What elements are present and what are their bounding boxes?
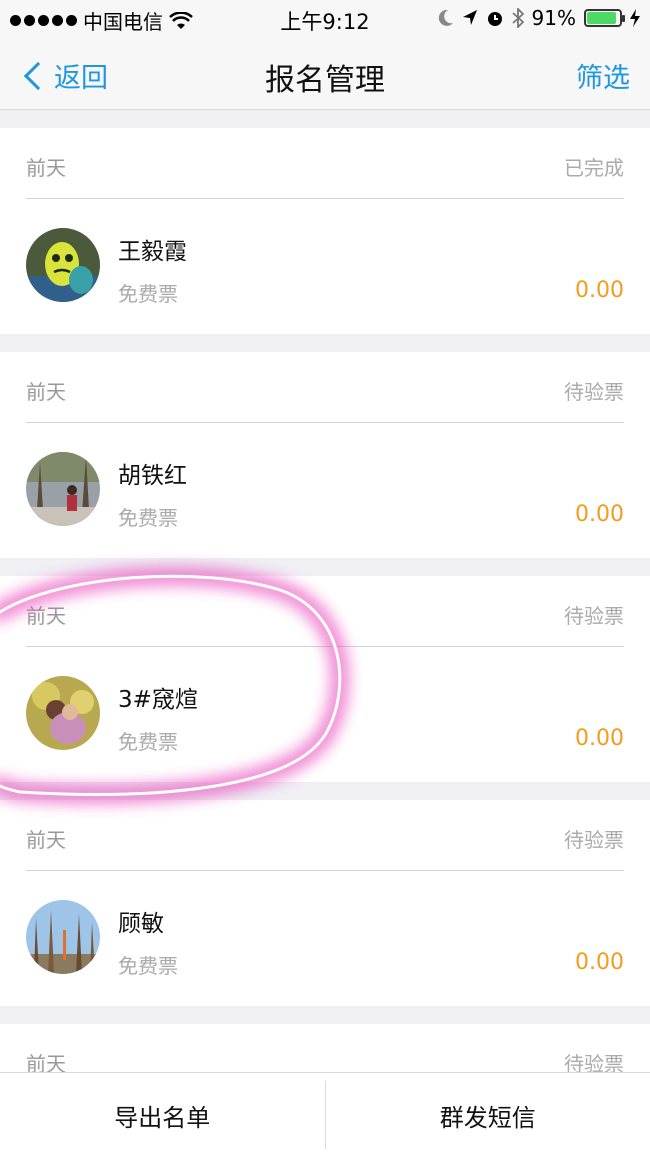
registration-status: 待验票	[564, 600, 624, 629]
card-header: 前天 待验票	[26, 352, 624, 423]
registration-card[interactable]: 前天 已完成 王毅霞 免费票 0.00	[0, 128, 650, 334]
battery-level	[587, 12, 616, 24]
back-button[interactable]: 返回	[20, 56, 108, 95]
card-header: 前天 已完成	[26, 128, 624, 199]
ticket-amount: 0.00	[575, 726, 624, 751]
attendee-name: 王毅霞	[118, 232, 187, 266]
alarm-icon	[486, 9, 504, 27]
bluetooth-icon	[512, 8, 524, 28]
export-list-button[interactable]: 导出名单	[0, 1073, 325, 1157]
card-header: 前天 待验票	[26, 576, 624, 647]
attendee-name: 胡铁红	[118, 456, 187, 490]
ticket-type: 免费票	[118, 726, 178, 755]
avatar	[26, 228, 100, 302]
avatar	[26, 900, 100, 974]
registration-card[interactable]: 前天 待验票 胡铁红 免费票 0.00	[0, 352, 650, 558]
location-arrow-icon	[462, 9, 478, 27]
registration-status: 待验票	[564, 824, 624, 853]
attendee-name: 3#窚煊	[118, 680, 198, 714]
registration-date: 前天	[26, 376, 66, 405]
bottom-action-bar: 导出名单 群发短信	[0, 1072, 650, 1157]
charging-icon	[630, 9, 640, 27]
registration-status: 待验票	[564, 376, 624, 405]
ticket-type: 免费票	[118, 502, 178, 531]
battery-percent: 91%	[532, 6, 576, 30]
registration-date: 前天	[26, 152, 66, 181]
attendee-name: 顾敏	[118, 904, 164, 938]
battery-icon	[584, 9, 622, 27]
status-right: 91%	[438, 6, 640, 30]
ticket-amount: 0.00	[575, 278, 624, 303]
ticket-type: 免费票	[118, 950, 178, 979]
avatar	[26, 676, 100, 750]
registration-date: 前天	[26, 824, 66, 853]
moon-icon	[438, 9, 454, 27]
ticket-amount: 0.00	[575, 502, 624, 527]
bulk-sms-button[interactable]: 群发短信	[326, 1073, 650, 1157]
card-header: 前天 待验票	[26, 800, 624, 871]
registration-card[interactable]: 前天 待验票	[0, 1024, 650, 1072]
registration-status: 已完成	[564, 152, 624, 181]
back-label: 返回	[54, 56, 108, 95]
ticket-type: 免费票	[118, 278, 178, 307]
filter-button[interactable]: 筛选	[576, 56, 630, 95]
avatar	[26, 452, 100, 526]
chevron-left-icon	[24, 61, 52, 89]
registration-card[interactable]: 前天 待验票 顾敏 免费票 0.00	[0, 800, 650, 1006]
registration-card[interactable]: 前天 待验票 3#窚煊 免费票 0.00	[0, 576, 650, 782]
status-bar: 中国电信 上午9:12 91%	[0, 0, 650, 38]
registration-date: 前天	[26, 600, 66, 629]
ticket-amount: 0.00	[575, 950, 624, 975]
nav-bar: 返回 报名管理 筛选	[0, 38, 650, 110]
